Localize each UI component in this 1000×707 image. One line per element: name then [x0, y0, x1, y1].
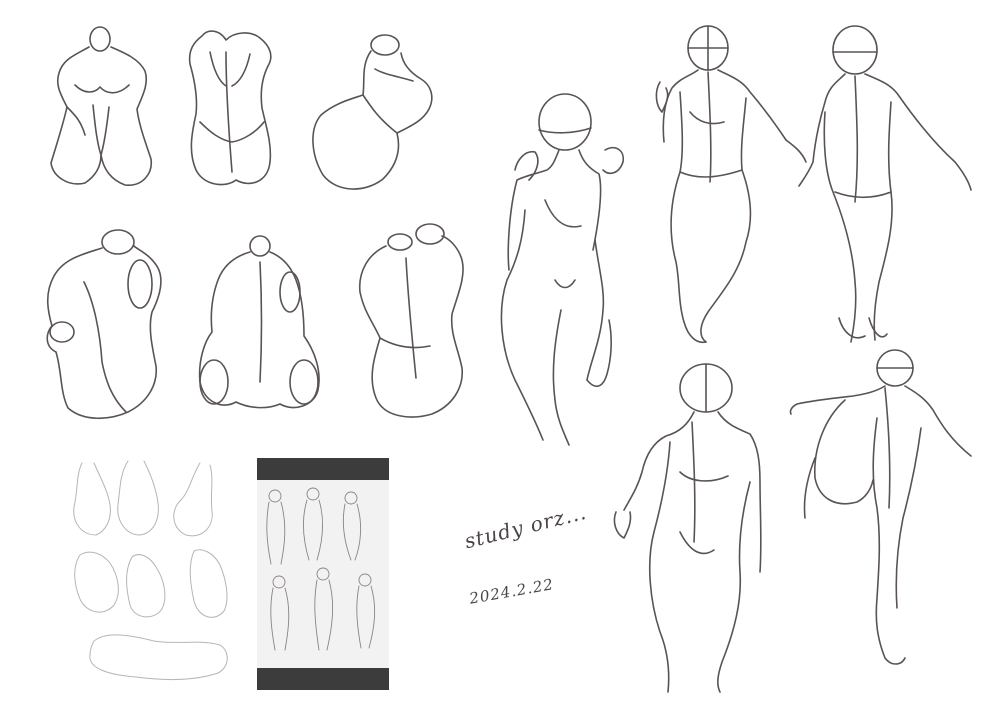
figure-sketch-walking — [655, 25, 807, 344]
date-note: 2024.2.22 — [468, 575, 556, 608]
torso-sketch-side — [198, 235, 320, 409]
torso-sketch-back — [188, 30, 272, 186]
study-note: study orz... — [462, 499, 589, 554]
figure-sketch-standing — [798, 25, 972, 343]
torso-sketch-three-quarter — [46, 229, 162, 420]
torso-sketch-front — [50, 26, 152, 186]
reference-thumbnail-torsos — [73, 460, 228, 681]
figure-sketch-leg-raised — [789, 349, 972, 665]
reference-figures-thumbnail — [266, 487, 376, 651]
figure-sketch-hip-out — [613, 363, 762, 693]
sketch-sheet: study orz... 2024.2.22 — [0, 0, 1000, 707]
reference-image-panel — [257, 458, 389, 690]
panel-bottom-bar — [257, 668, 389, 690]
torso-sketch-twist — [312, 34, 433, 190]
panel-top-bar — [257, 458, 389, 480]
torso-sketch-back-twist — [359, 223, 464, 418]
